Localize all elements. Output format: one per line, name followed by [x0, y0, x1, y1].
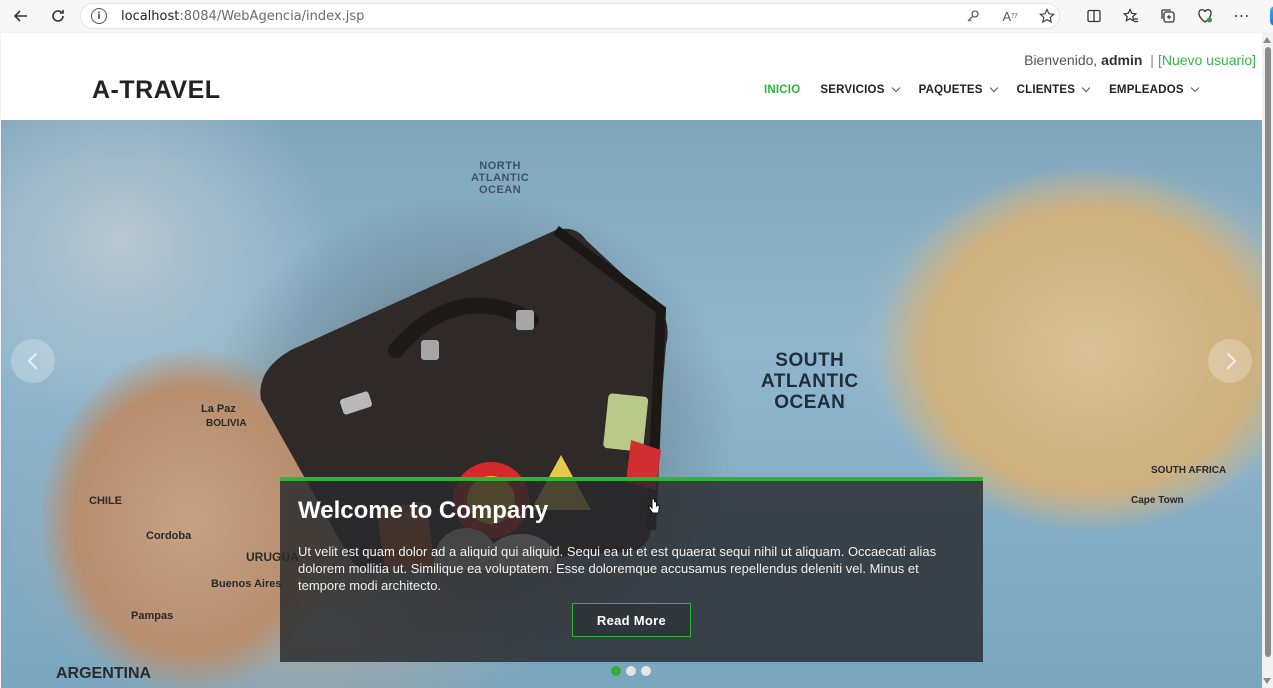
info-icon[interactable]: i [91, 8, 107, 24]
address-bar[interactable]: i localhost:8084/WebAgencia/index.jsp [80, 3, 1060, 29]
back-icon[interactable] [3, 0, 39, 32]
nav-clientes[interactable]: CLIENTES [1016, 83, 1091, 96]
favorite-star-icon[interactable] [1038, 7, 1056, 25]
site-header: Bienvenido, admin | [Nuevo usuario] A-TRA… [1, 33, 1262, 120]
read-aloud-icon[interactable]: A ⁇ [1001, 7, 1019, 25]
carousel-next-button[interactable] [1208, 339, 1252, 383]
map-africa [881, 170, 1262, 530]
chevron-down-icon [891, 83, 900, 93]
nav-inicio-label: INICIO [764, 84, 801, 96]
map-label-buenos-aires: Buenos Aires [211, 578, 282, 590]
browser-actions: A ⁇ ⋯ [958, 0, 1273, 32]
carousel-dot-1[interactable] [611, 666, 621, 676]
welcome-prefix: Bienvenido, [1024, 52, 1098, 68]
map-label-bolivia: BOLIVIA [206, 418, 247, 429]
browser-toolbar: i localhost:8084/WebAgencia/index.jsp A ⁇… [0, 0, 1273, 32]
map-label-argentina: ARGENTINA [56, 665, 152, 682]
collections-icon[interactable] [1159, 7, 1177, 25]
password-key-icon[interactable] [964, 7, 982, 25]
carousel-indicators [611, 666, 651, 676]
nav-empleados[interactable]: EMPLEADOS [1109, 83, 1199, 96]
scroll-thumb[interactable] [1265, 47, 1271, 657]
new-user-link[interactable]: [Nuevo usuario] [1158, 52, 1256, 68]
more-icon[interactable]: ⋯ [1233, 7, 1251, 25]
url-host: localhost [121, 8, 180, 24]
hero-carousel[interactable]: NORTH ATLANTIC OCEAN SOUTH ATLANTIC OCEA… [1, 120, 1262, 688]
favorites-icon[interactable] [1122, 7, 1140, 25]
scroll-up-arrow-icon[interactable] [1263, 37, 1271, 43]
map-label-cordoba: Cordoba [146, 530, 192, 542]
chevron-right-icon [1219, 352, 1236, 370]
chevron-left-icon [27, 352, 44, 370]
chevron-down-icon [989, 83, 998, 93]
nav-servicios[interactable]: SERVICIOS [820, 83, 900, 96]
nav-empleados-label: EMPLEADOS [1109, 84, 1184, 96]
carousel-prev-button[interactable] [11, 339, 55, 383]
url-path: :8084/WebAgencia/index.jsp [179, 8, 365, 24]
browser-essentials-icon[interactable] [1196, 7, 1214, 25]
welcome-bar: Bienvenido, admin | [Nuevo usuario] [1024, 52, 1256, 68]
hand-cursor-icon [648, 498, 660, 514]
map-label-south-africa: SOUTH AFRICA [1151, 465, 1227, 476]
map-label-la-paz: La Paz [201, 403, 236, 415]
map-label-cape-town: Cape Town [1131, 495, 1184, 506]
scroll-down-arrow-icon[interactable] [1263, 678, 1271, 684]
slide-text: Ut velit est quam dolor ad a aliquid qui… [298, 544, 937, 593]
refresh-icon[interactable] [40, 0, 76, 32]
chevron-down-icon [1081, 83, 1091, 93]
url-text: localhost:8084/WebAgencia/index.jsp [121, 9, 364, 24]
map-label-pampas: Pampas [131, 610, 174, 622]
username: admin [1101, 52, 1143, 68]
carousel-dot-2[interactable] [626, 666, 636, 676]
nav-inicio[interactable]: INICIO [764, 84, 800, 96]
chevron-down-icon [1190, 83, 1199, 93]
slide-caption: Welcome to Company Ut velit est quam dol… [280, 477, 983, 662]
map-label-north-atlantic: NORTH ATLANTIC OCEAN [471, 160, 530, 196]
nav-servicios-label: SERVICIOS [820, 84, 885, 96]
carousel-dot-3[interactable] [641, 666, 651, 676]
site-logo[interactable]: A-TRAVEL [92, 76, 221, 105]
map-label-south-atlantic: SOUTH ATLANTIC OCEAN [761, 350, 859, 413]
nav-paquetes[interactable]: PAQUETES [918, 83, 998, 96]
nav-paquetes-label: PAQUETES [918, 84, 983, 96]
web-page: Bienvenido, admin | [Nuevo usuario] A-TRA… [1, 33, 1262, 688]
map-label-chile: CHILE [89, 495, 122, 507]
main-nav: INICIO SERVICIOS PAQUETES CLIENTES EMPLE… [764, 83, 1218, 96]
page-scrollbar[interactable] [1262, 33, 1273, 688]
welcome-separator: | [1150, 52, 1154, 68]
nav-clientes-label: CLIENTES [1016, 84, 1076, 96]
split-screen-icon[interactable] [1085, 7, 1103, 25]
read-more-button[interactable]: Read More [572, 603, 691, 637]
slide-title: Welcome to Company [298, 497, 549, 524]
